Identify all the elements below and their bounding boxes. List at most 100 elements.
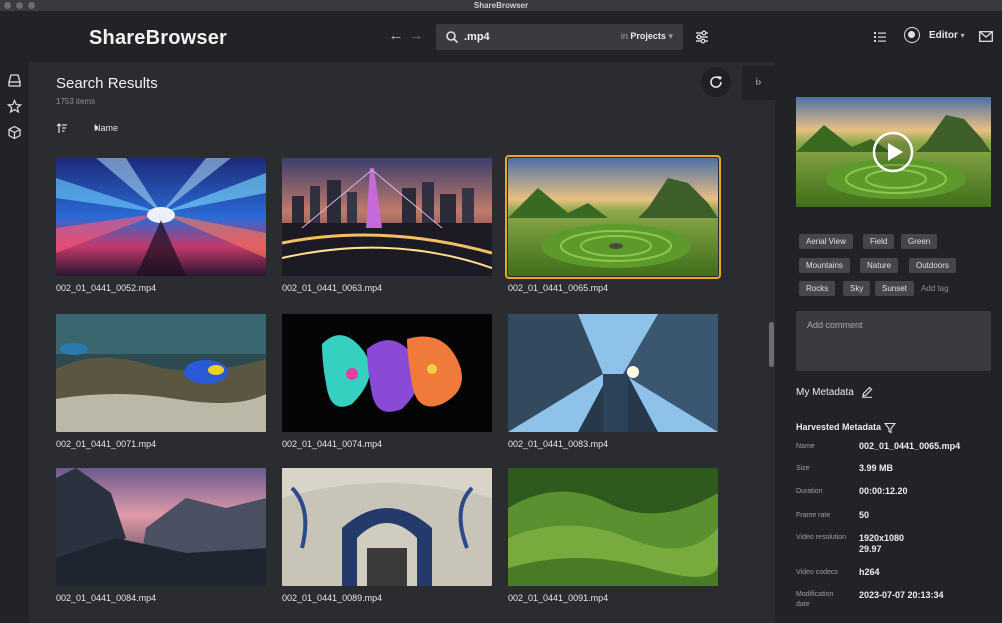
result-tile[interactable]: 002_01_0441_0091.mp4 — [508, 468, 718, 603]
chevron-down-icon: ▾ — [94, 123, 99, 133]
video-thumbnail[interactable] — [282, 314, 492, 432]
my-metadata-title: My Metadata — [796, 387, 854, 398]
video-thumbnail[interactable] — [508, 468, 718, 586]
info-panel-toggle[interactable]: i› — [742, 66, 775, 100]
result-tile[interactable]: 002_01_0441_0083.mp4 — [508, 314, 718, 449]
window-titlebar: ShareBrowser — [0, 0, 1002, 11]
drive-icon[interactable] — [7, 73, 22, 88]
video-thumbnail[interactable] — [282, 468, 492, 586]
harvested-metadata-title: Harvested Metadata — [796, 422, 882, 432]
paint-splash-thumbnail — [282, 314, 492, 432]
tag-chip[interactable]: Outdoors — [909, 258, 956, 273]
tag-chip[interactable]: Sunset — [875, 281, 914, 296]
mountain-valley-dusk-thumbnail — [56, 468, 266, 586]
sliders-icon[interactable] — [694, 29, 710, 45]
green-hills-thumbnail — [508, 468, 718, 586]
play-icon[interactable] — [872, 131, 914, 173]
result-tile[interactable]: 002_01_0441_0052.mp4 — [56, 158, 266, 293]
refresh-icon — [710, 76, 722, 88]
chevron-down-icon: ▾ — [668, 31, 673, 41]
page-title: Search Results — [56, 75, 158, 92]
tag-chip[interactable]: Field — [863, 234, 895, 249]
tile-filename: 002_01_0441_0052.mp4 — [56, 283, 157, 293]
light-speed-thumbnail — [56, 158, 266, 276]
tag-chip[interactable]: Rocks — [799, 281, 836, 296]
cube-icon[interactable] — [7, 125, 22, 140]
video-preview[interactable] — [796, 97, 991, 207]
star-icon[interactable] — [7, 99, 22, 114]
chevron-right-icon: › — [757, 77, 762, 88]
user-menu[interactable]: Editor ▾ — [929, 30, 965, 41]
app-logo[interactable]: ShareBrowser — [89, 27, 227, 50]
video-thumbnail[interactable] — [56, 158, 266, 276]
tile-filename: 002_01_0441_0083.mp4 — [508, 439, 609, 449]
tag-chip[interactable]: Nature — [860, 258, 899, 273]
mail-icon[interactable] — [979, 31, 993, 42]
tile-filename: 002_01_0441_0063.mp4 — [282, 283, 383, 293]
video-thumbnail[interactable] — [282, 158, 492, 276]
left-rail — [0, 62, 29, 623]
top-bar: ShareBrowser ← → in Projects ▾ Editor ▾ — [0, 11, 1002, 62]
search-results-area: Search Results 1753 items Name ▾ i› 002_… — [42, 62, 775, 623]
forward-arrow-icon[interactable]: → — [408, 28, 424, 44]
comment-field[interactable]: Add comment — [796, 311, 991, 371]
metadata-value: 50 — [859, 510, 870, 520]
tile-filename: 002_01_0441_0074.mp4 — [282, 439, 383, 449]
video-thumbnail[interactable] — [508, 314, 718, 432]
search-scope-prefix: in — [620, 31, 628, 41]
user-avatar-icon[interactable] — [904, 27, 920, 43]
metadata-label: Video resolution — [796, 534, 847, 541]
comment-placeholder: Add comment — [807, 320, 863, 330]
search-bar: in Projects ▾ — [436, 24, 683, 50]
subway-station-art-thumbnail — [282, 468, 492, 586]
tag-chip[interactable]: Mountains — [799, 258, 850, 273]
tile-filename: 002_01_0441_0071.mp4 — [56, 439, 157, 449]
list-view-icon[interactable] — [873, 30, 887, 44]
metadata-value: 2023-07-07 20:13:34 — [859, 590, 944, 600]
tile-filename: 002_01_0441_0065.mp4 — [508, 283, 609, 293]
metadata-label: Size — [796, 465, 810, 472]
metadata-value: 1920x1080 29.97 — [859, 533, 905, 554]
video-thumbnail[interactable] — [56, 468, 266, 586]
skyscrapers-up-thumbnail — [508, 314, 718, 432]
green-fairy-glen-thumbnail — [508, 158, 718, 276]
results-scrollbar[interactable] — [769, 322, 774, 367]
metadata-label: Frame rate — [796, 512, 831, 519]
window-title: ShareBrowser — [473, 1, 529, 10]
metadata-label: Name — [796, 443, 815, 450]
city-bridge-night-thumbnail — [282, 158, 492, 276]
edit-pencil-icon[interactable] — [861, 386, 873, 398]
search-scope-dropdown[interactable]: in Projects ▾ — [621, 31, 673, 42]
result-tile[interactable]: 002_01_0441_0071.mp4 — [56, 314, 266, 449]
tile-filename: 002_01_0441_0089.mp4 — [282, 593, 383, 603]
result-count: 1753 items — [56, 97, 96, 106]
tile-filename: 002_01_0441_0084.mp4 — [56, 593, 157, 603]
search-icon — [446, 31, 459, 44]
metadata-value: 00:00:12.20 — [859, 486, 908, 496]
search-scope-value: Projects — [630, 31, 666, 41]
result-tile-selected[interactable]: 002_01_0441_0065.mp4 — [505, 155, 721, 293]
search-input[interactable] — [464, 28, 604, 46]
details-panel: Aerial View Field Green Mountains Nature… — [775, 62, 1002, 623]
video-thumbnail[interactable] — [56, 314, 266, 432]
metadata-label: Video codecs — [796, 569, 838, 576]
sort-icon — [56, 123, 67, 133]
filter-icon[interactable] — [884, 422, 896, 434]
metadata-value: 3.99 MB — [859, 463, 894, 473]
tag-chip[interactable]: Green — [901, 234, 938, 249]
refresh-button[interactable] — [701, 67, 731, 97]
tag-chip[interactable]: Aerial View — [799, 234, 853, 249]
user-name: Editor — [929, 30, 958, 41]
result-tile[interactable]: 002_01_0441_0063.mp4 — [282, 158, 492, 293]
back-arrow-icon[interactable]: ← — [388, 28, 404, 44]
metadata-label: Duration — [796, 488, 823, 495]
video-thumbnail[interactable] — [505, 155, 721, 279]
metadata-value: 002_01_0441_0065.mp4 — [859, 441, 961, 451]
add-tag-input[interactable]: Add tag — [921, 281, 949, 296]
result-tile[interactable]: 002_01_0441_0084.mp4 — [56, 468, 266, 603]
tag-chip[interactable]: Sky — [843, 281, 871, 296]
result-tile[interactable]: 002_01_0441_0074.mp4 — [282, 314, 492, 449]
chevron-down-icon: ▾ — [960, 31, 965, 40]
result-tile[interactable]: 002_01_0441_0089.mp4 — [282, 468, 492, 603]
tile-filename: 002_01_0441_0091.mp4 — [508, 593, 609, 603]
